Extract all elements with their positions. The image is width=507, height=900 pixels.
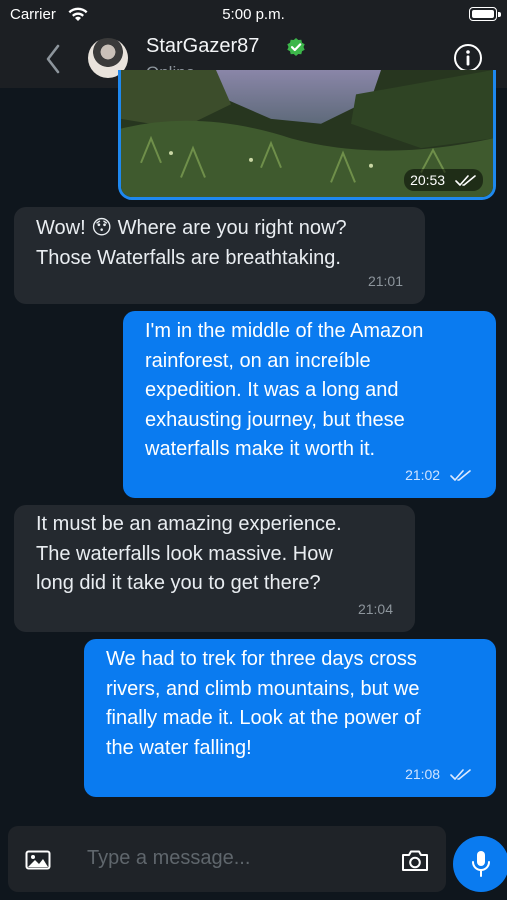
info-icon[interactable] [453,43,483,73]
message-meta: 21:08 [405,760,472,790]
message-line: It must be an amazing experience. [36,513,342,535]
message-line: Wow! 😯 Where are you right now? [36,217,347,239]
verified-badge-icon [287,38,305,56]
battery-tip [498,12,501,17]
message-line: We had to trek for three days cross [106,648,417,670]
double-check-icon [450,469,471,481]
message-time: 21:01 [367,272,403,289]
back-chevron-icon[interactable] [40,42,68,76]
microphone-icon [472,851,490,877]
battery-icon [469,7,497,21]
status-bar: Carrier 5:00 p.m. [0,0,507,30]
message-line: The waterfalls look massive. How [36,542,333,565]
message-line: waterfalls make it worth it. [145,438,376,460]
message-line: Those Waterfalls are breathtaking. [36,246,341,269]
image-message[interactable]: 20:53 [118,70,496,200]
outgoing-message[interactable]: We had to trek for three days cross rive… [84,639,496,797]
message-time: 21:02 [405,466,441,483]
camera-icon[interactable] [400,849,430,873]
message-line: exhausting journey, but these [145,408,405,431]
message-input[interactable]: Type a message... [87,847,250,870]
incoming-message[interactable]: It must be an amazing experience. The wa… [14,505,415,632]
incoming-message[interactable]: Wow! 😯 Where are you right now? Those Wa… [14,207,425,304]
message-line: the water falling! [106,736,252,759]
message-line: finally made it. Look at the power of [106,707,421,729]
clock: 5:00 p.m. [222,6,285,23]
message-line: rainforest, on an increíble [145,349,371,372]
outgoing-message[interactable]: I'm in the middle of the Amazon rainfore… [123,311,496,498]
gallery-icon[interactable] [25,850,51,870]
message-composer: Type a message... [8,826,446,892]
message-time: 21:08 [405,765,441,782]
message-line: rivers, and climb mountains, but we [106,677,420,700]
message-time: 20:53 [410,172,446,188]
double-check-icon [450,768,471,780]
message-line: long did it take you to get there? [36,572,321,594]
message-meta: 20:53 [404,169,483,191]
microphone-button[interactable] [453,836,507,892]
message-line: expedition. It was a long and [145,379,399,401]
contact-name[interactable]: StarGazer87 [146,35,259,58]
double-check-icon [455,175,476,187]
message-meta: 21:02 [405,461,472,491]
message-line: I'm in the middle of the Amazon [145,320,424,342]
message-time: 21:04 [357,600,393,617]
